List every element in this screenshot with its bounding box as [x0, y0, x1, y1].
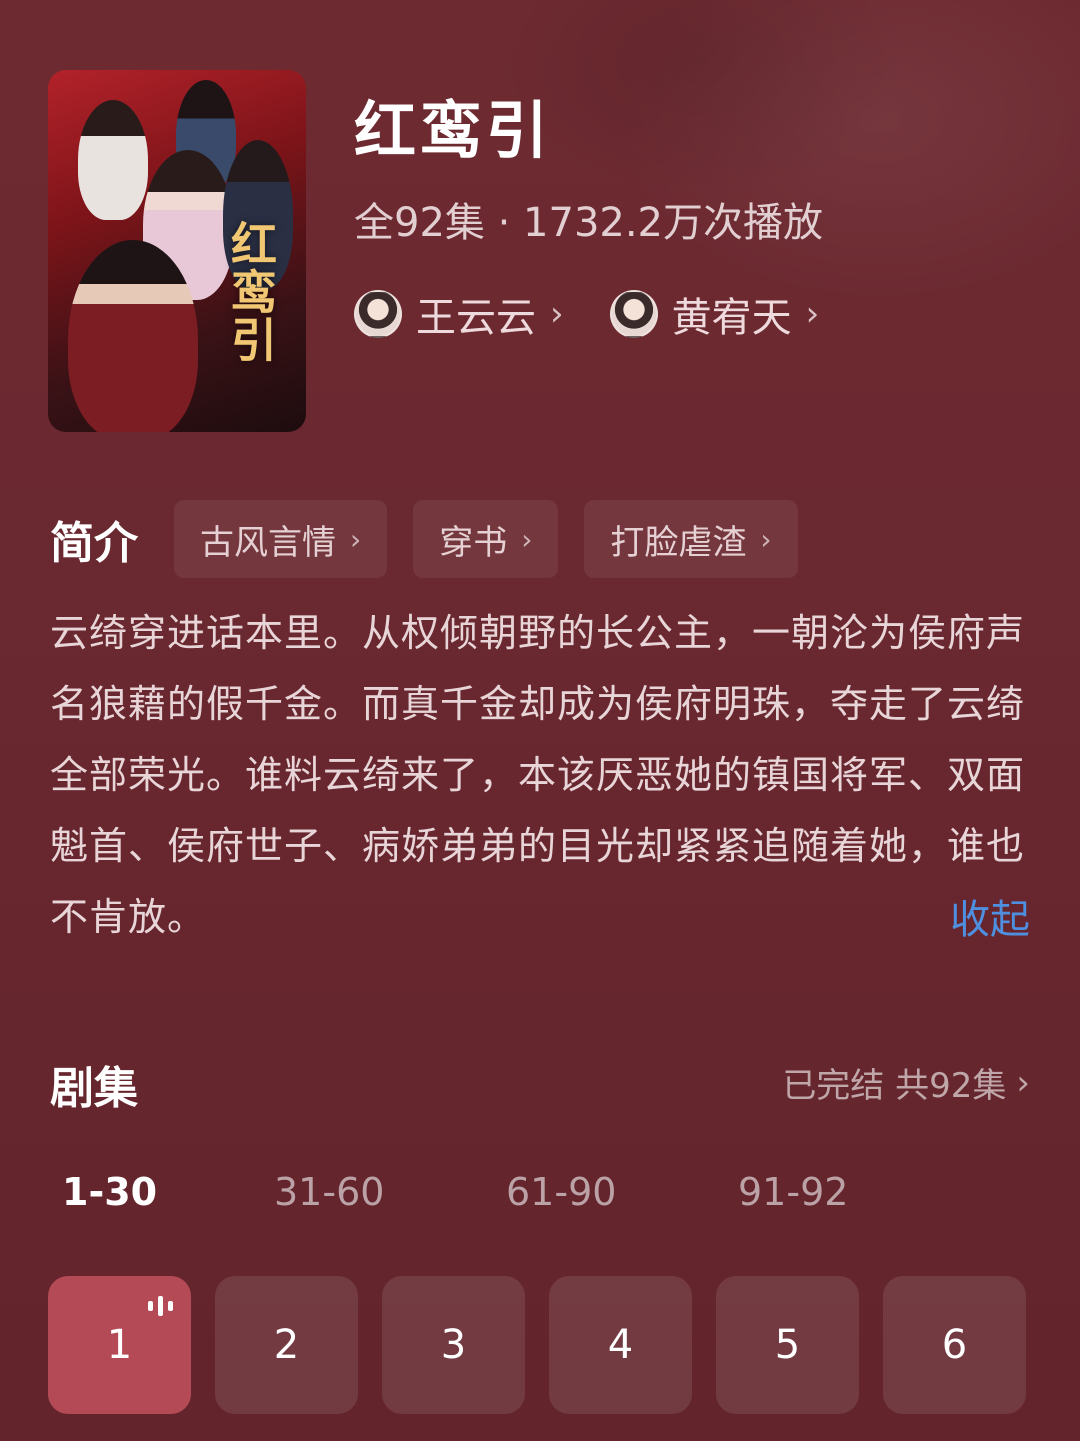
- range-tab[interactable]: 61-90: [506, 1170, 738, 1214]
- actor-link[interactable]: 王云云 ›: [354, 285, 564, 343]
- drama-meta: 全92集 · 1732.2万次播放: [354, 200, 824, 246]
- tag-chip[interactable]: 穿书 ›: [413, 500, 559, 578]
- tag-chip[interactable]: 打脸虐渣 ›: [584, 500, 798, 578]
- poster-title: 红鸾引: [224, 220, 278, 364]
- episode-button[interactable]: 6: [883, 1276, 1026, 1414]
- episode-number: 2: [273, 1322, 300, 1368]
- episodes-status: 已完结 共92集: [782, 1066, 1007, 1106]
- intro-header: 简介 古风言情 › 穿书 › 打脸虐渣 ›: [50, 500, 824, 578]
- actor-list: 王云云 › 黄宥天 ›: [354, 285, 819, 343]
- episode-button[interactable]: 4: [549, 1276, 692, 1414]
- episode-number: 5: [774, 1322, 801, 1368]
- episode-range-tabs: 1-30 31-60 61-90 91-92: [62, 1170, 970, 1214]
- range-tab[interactable]: 31-60: [274, 1170, 506, 1214]
- actor-link[interactable]: 黄宥天 ›: [609, 285, 820, 343]
- drama-title: 红鸾引: [354, 94, 553, 167]
- avatar: [354, 290, 402, 338]
- drama-poster[interactable]: 红鸾引: [48, 70, 306, 432]
- actor-name: 王云云: [416, 295, 536, 341]
- poster-figure: [78, 100, 148, 220]
- episode-number: 4: [607, 1322, 634, 1368]
- intro-description: 云绮穿进话本里。从权倾朝野的长公主，一朝沦为侯府声名狼藉的假千金。而真千金却成为…: [50, 611, 1026, 939]
- episode-number: 6: [941, 1322, 968, 1368]
- episodes-status-link[interactable]: 已完结 共92集 ›: [782, 1058, 1030, 1107]
- episode-button[interactable]: 1: [48, 1276, 191, 1414]
- chevron-right-icon: ›: [350, 522, 362, 556]
- poster-figure: [68, 240, 198, 432]
- chevron-right-icon: ›: [805, 294, 820, 334]
- tag-label: 打脸虐渣: [610, 522, 747, 563]
- episode-button[interactable]: 5: [716, 1276, 859, 1414]
- tag-chip[interactable]: 古风言情 ›: [174, 500, 388, 578]
- chevron-right-icon: ›: [521, 522, 533, 556]
- episode-button[interactable]: 2: [215, 1276, 358, 1414]
- episode-button[interactable]: 3: [382, 1276, 525, 1414]
- chevron-right-icon: ›: [760, 522, 772, 556]
- chevron-right-icon: ›: [550, 294, 564, 334]
- episode-number: 1: [106, 1322, 133, 1368]
- intro-label: 简介: [50, 518, 138, 569]
- chevron-right-icon: ›: [1016, 1062, 1030, 1103]
- episode-grid: 1 2 3 4 5 6: [48, 1276, 1026, 1414]
- tag-label: 古风言情: [200, 522, 336, 563]
- actor-name: 黄宥天: [671, 295, 792, 341]
- collapse-button[interactable]: 收起: [950, 887, 1030, 945]
- range-tab[interactable]: 91-92: [738, 1170, 970, 1214]
- episode-number: 3: [440, 1322, 467, 1368]
- audio-bars-icon: [148, 1296, 173, 1316]
- range-tab[interactable]: 1-30: [62, 1170, 274, 1214]
- avatar: [609, 290, 658, 338]
- episodes-label: 剧集: [50, 1063, 138, 1114]
- tag-label: 穿书: [439, 522, 508, 563]
